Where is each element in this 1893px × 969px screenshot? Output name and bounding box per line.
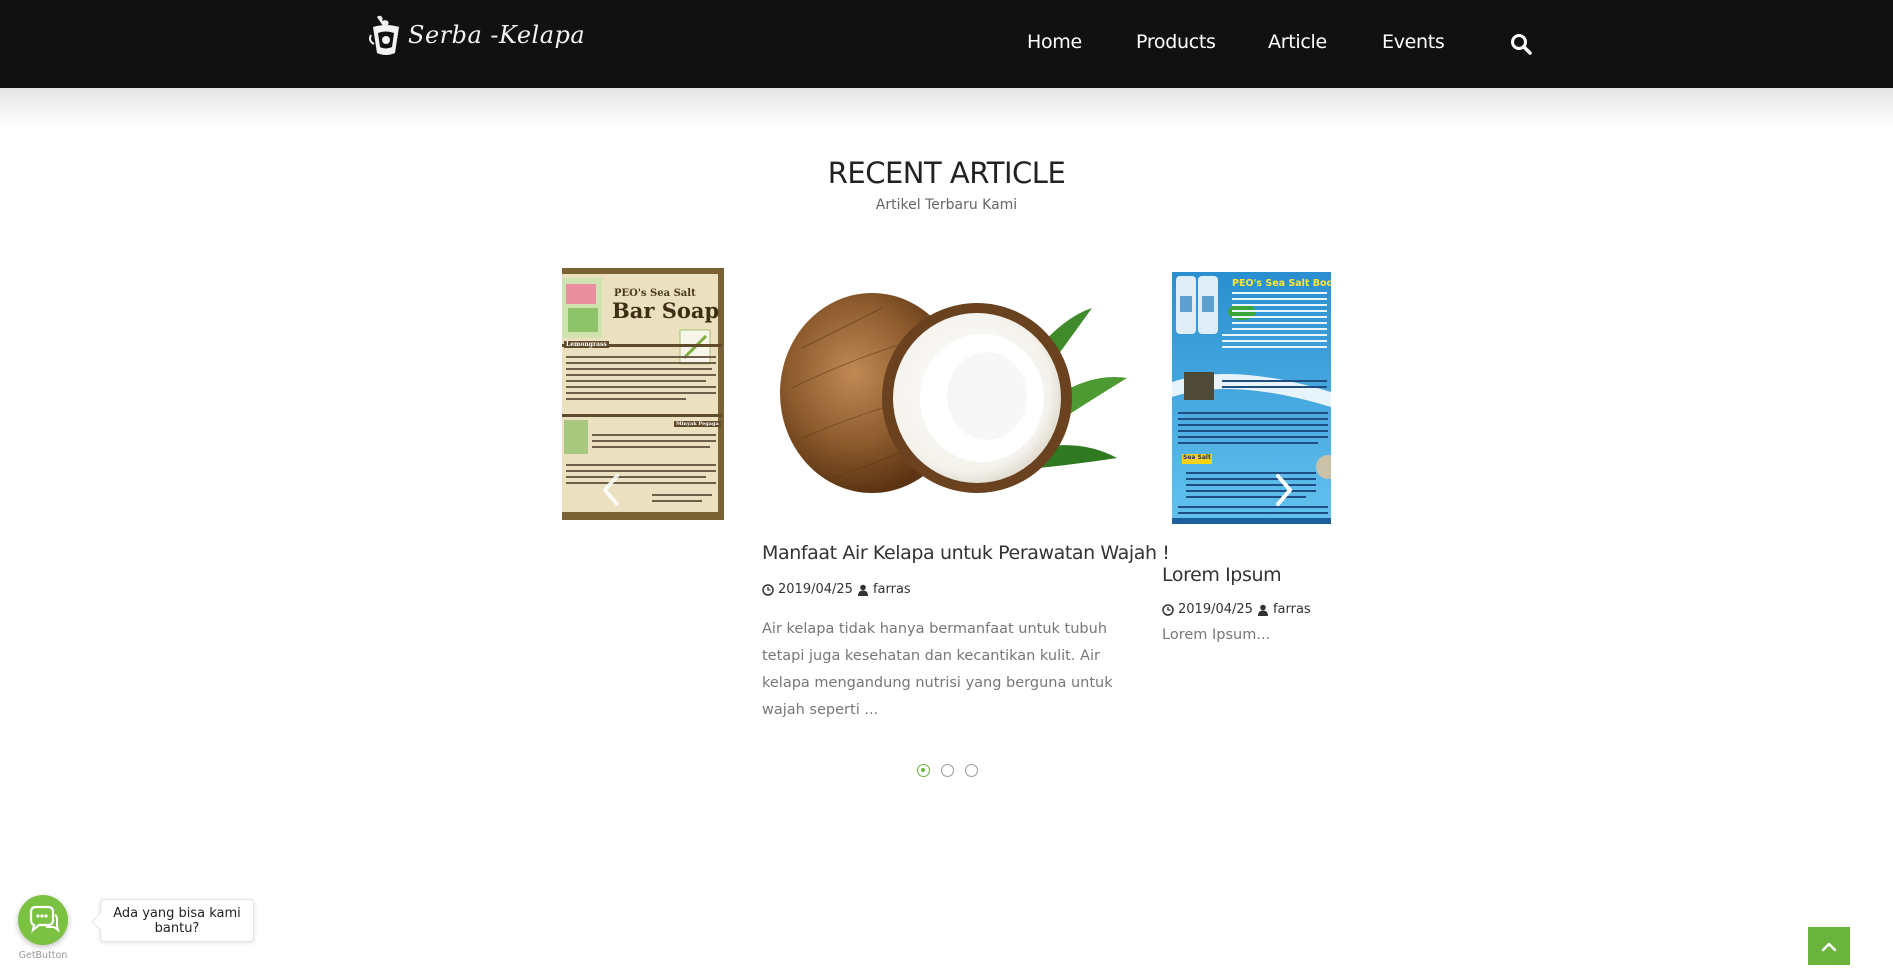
carousel-dot-3[interactable] [965,764,978,777]
article-meta: 2019/04/25 farras [762,582,911,597]
article-image[interactable] [762,268,1132,508]
article-excerpt: Air kelapa tidak hanya bermanfaat untuk … [762,621,1113,718]
flyer-variant2-text: Minyak Pegaga [674,421,721,427]
flyer-variant-text: Lemongrass [564,341,609,348]
user-icon [1257,604,1268,616]
body-soap-flyer-image [1172,272,1331,524]
nav-article[interactable]: Article [1268,31,1327,53]
article-card[interactable]: Manfaat Air Kelapa untuk Perawatan Wajah… [762,262,1170,722]
article-excerpt: Lorem Ipsum... [1162,627,1271,643]
coconut-photo-image [780,293,1127,493]
carousel-dot-1[interactable] [917,764,930,777]
article-date: 2019/04/25 [778,582,853,597]
logo-icon [369,15,399,55]
chevron-up-icon [1821,942,1837,952]
flyer-tag-text: Sea Salt [1183,454,1211,461]
article-title[interactable]: Lorem Ipsum [1162,564,1282,586]
section-title: RECENT ARTICLE [827,156,1066,190]
article-title[interactable]: Manfaat Air Kelapa untuk Perawatan Wajah… [762,542,1170,564]
article-date: 2019/04/25 [1178,602,1253,617]
article-meta: 2019/04/25 farras [1162,602,1311,617]
brand-name: Serba -Kelapa [408,21,586,49]
back-to-top-button[interactable] [1808,927,1850,965]
chat-button[interactable] [18,895,68,945]
clock-icon [1162,603,1174,616]
chevron-right-icon[interactable] [1268,470,1298,510]
clock-icon [762,583,774,596]
nav-events[interactable]: Events [1382,31,1445,53]
flyer-product-text: Bar Soap [612,298,720,323]
article-author[interactable]: farras [873,582,911,597]
article-carousel: PEO's Sea Salt Bar Soap Lemongrass Minya… [562,262,1331,722]
nav-products[interactable]: Products [1136,31,1216,53]
article-author[interactable]: farras [1273,602,1311,617]
carousel-dot-2[interactable] [941,764,954,777]
chat-message-bubble[interactable]: Ada yang bisa kami bantu? [100,899,254,942]
article-card[interactable]: PEO's Sea Salt Bar Soap Lemongrass Minya… [562,262,724,522]
chat-provider-label[interactable]: GetButton [18,950,68,961]
article-card[interactable]: PEO's Sea Salt Body so Sea Salt Lorem Ip… [1162,262,1331,722]
nav-home[interactable]: Home [1027,31,1082,53]
navbar: Serba -Kelapa Home Products Article Even… [0,0,1893,88]
chevron-left-icon[interactable] [597,470,627,510]
user-icon [857,584,868,596]
navbar-shadow [0,88,1893,128]
article-image[interactable]: PEO's Sea Salt Body so Sea Salt [1172,272,1331,524]
article-image[interactable]: PEO's Sea Salt Bar Soap Lemongrass Minya… [562,268,724,520]
chat-icon [29,905,60,933]
brand-logo[interactable]: Serba -Kelapa [368,12,585,58]
section-subtitle: Artikel Terbaru Kami [875,197,1018,213]
flyer-banner-text: PEO's Sea Salt Body so [1232,278,1331,289]
search-icon[interactable] [1510,33,1532,55]
